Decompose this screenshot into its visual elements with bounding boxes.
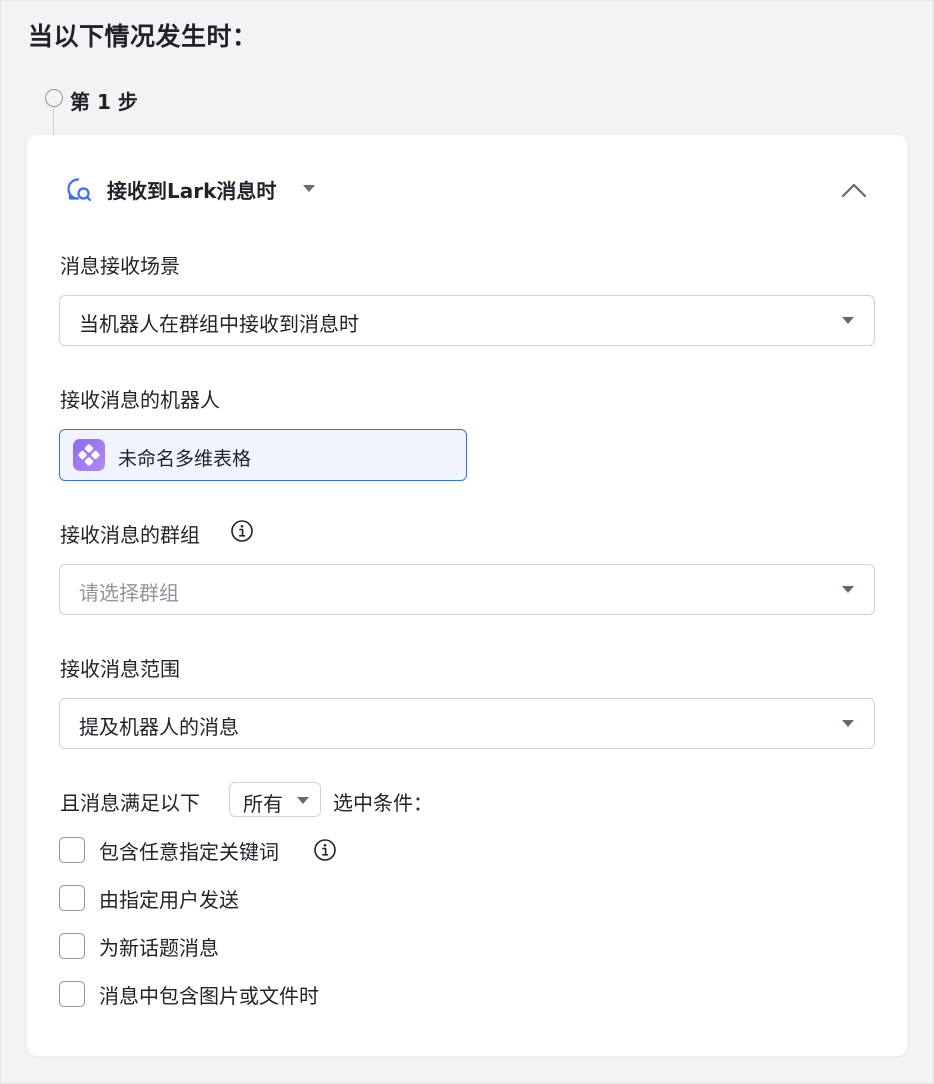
checkbox[interactable] bbox=[59, 933, 85, 959]
bot-selector[interactable]: 未命名多维表格 bbox=[59, 429, 467, 481]
trigger-type-title[interactable]: 接收到Lark消息时 bbox=[107, 175, 276, 204]
message-bubble-icon bbox=[67, 178, 92, 202]
condition-prefix: 且消息满足以下 bbox=[60, 791, 200, 815]
group-select[interactable]: 请选择群组 bbox=[59, 564, 875, 615]
checkbox-label: 由指定用户发送 bbox=[99, 888, 239, 912]
info-icon[interactable] bbox=[230, 519, 254, 543]
checkbox[interactable] bbox=[59, 981, 85, 1007]
condition-sender-option[interactable]: 由指定用户发送 bbox=[59, 884, 359, 912]
checkbox-label: 为新话题消息 bbox=[99, 936, 219, 960]
scene-select[interactable]: 当机器人在群组中接收到消息时 bbox=[59, 295, 875, 346]
section-heading: 当以下情况发生时： bbox=[28, 22, 258, 51]
dropdown-arrow-icon bbox=[842, 720, 854, 727]
dropdown-arrow-icon bbox=[297, 797, 309, 804]
info-icon[interactable] bbox=[313, 838, 337, 862]
scene-select-value: 当机器人在群组中接收到消息时 bbox=[79, 312, 359, 336]
trigger-card: 接收到Lark消息时 消息接收场景 当机器人在群组中接收到消息时 接收消息的机器… bbox=[27, 135, 907, 1056]
workflow-trigger-panel: 当以下情况发生时： 第 1 步 接收到Lark消息时 消息接收场景 当机器人在群… bbox=[0, 0, 934, 1084]
checkbox[interactable] bbox=[59, 837, 85, 863]
range-select[interactable]: 提及机器人的消息 bbox=[59, 698, 875, 749]
condition-attachment-option[interactable]: 消息中包含图片或文件时 bbox=[59, 980, 379, 1008]
condition-mode-value: 所有 bbox=[243, 792, 283, 816]
dropdown-arrow-icon bbox=[842, 586, 854, 593]
range-label: 接收消息范围 bbox=[60, 657, 180, 681]
group-select-placeholder: 请选择群组 bbox=[79, 581, 179, 605]
bot-label: 接收消息的机器人 bbox=[60, 388, 220, 412]
bot-avatar bbox=[73, 439, 105, 471]
base-app-icon bbox=[78, 444, 100, 466]
step-indicator-dot bbox=[45, 89, 63, 107]
checkbox-label: 包含任意指定关键词 bbox=[99, 840, 279, 864]
collapse-card-button[interactable] bbox=[839, 177, 869, 203]
chevron-up-icon bbox=[841, 183, 867, 198]
range-select-value: 提及机器人的消息 bbox=[79, 715, 239, 739]
group-label: 接收消息的群组 bbox=[60, 523, 200, 547]
checkbox[interactable] bbox=[59, 885, 85, 911]
checkbox-label: 消息中包含图片或文件时 bbox=[99, 984, 319, 1008]
step-label: 第 1 步 bbox=[70, 90, 138, 114]
scene-label: 消息接收场景 bbox=[60, 254, 180, 278]
bot-name: 未命名多维表格 bbox=[118, 448, 252, 470]
condition-new-topic-option[interactable]: 为新话题消息 bbox=[59, 932, 359, 960]
condition-suffix: 选中条件： bbox=[333, 791, 433, 815]
dropdown-arrow-icon bbox=[842, 317, 854, 324]
condition-mode-select[interactable]: 所有 bbox=[229, 782, 321, 817]
trigger-type-dropdown-icon[interactable] bbox=[303, 185, 315, 192]
step-connector-line bbox=[53, 107, 54, 135]
